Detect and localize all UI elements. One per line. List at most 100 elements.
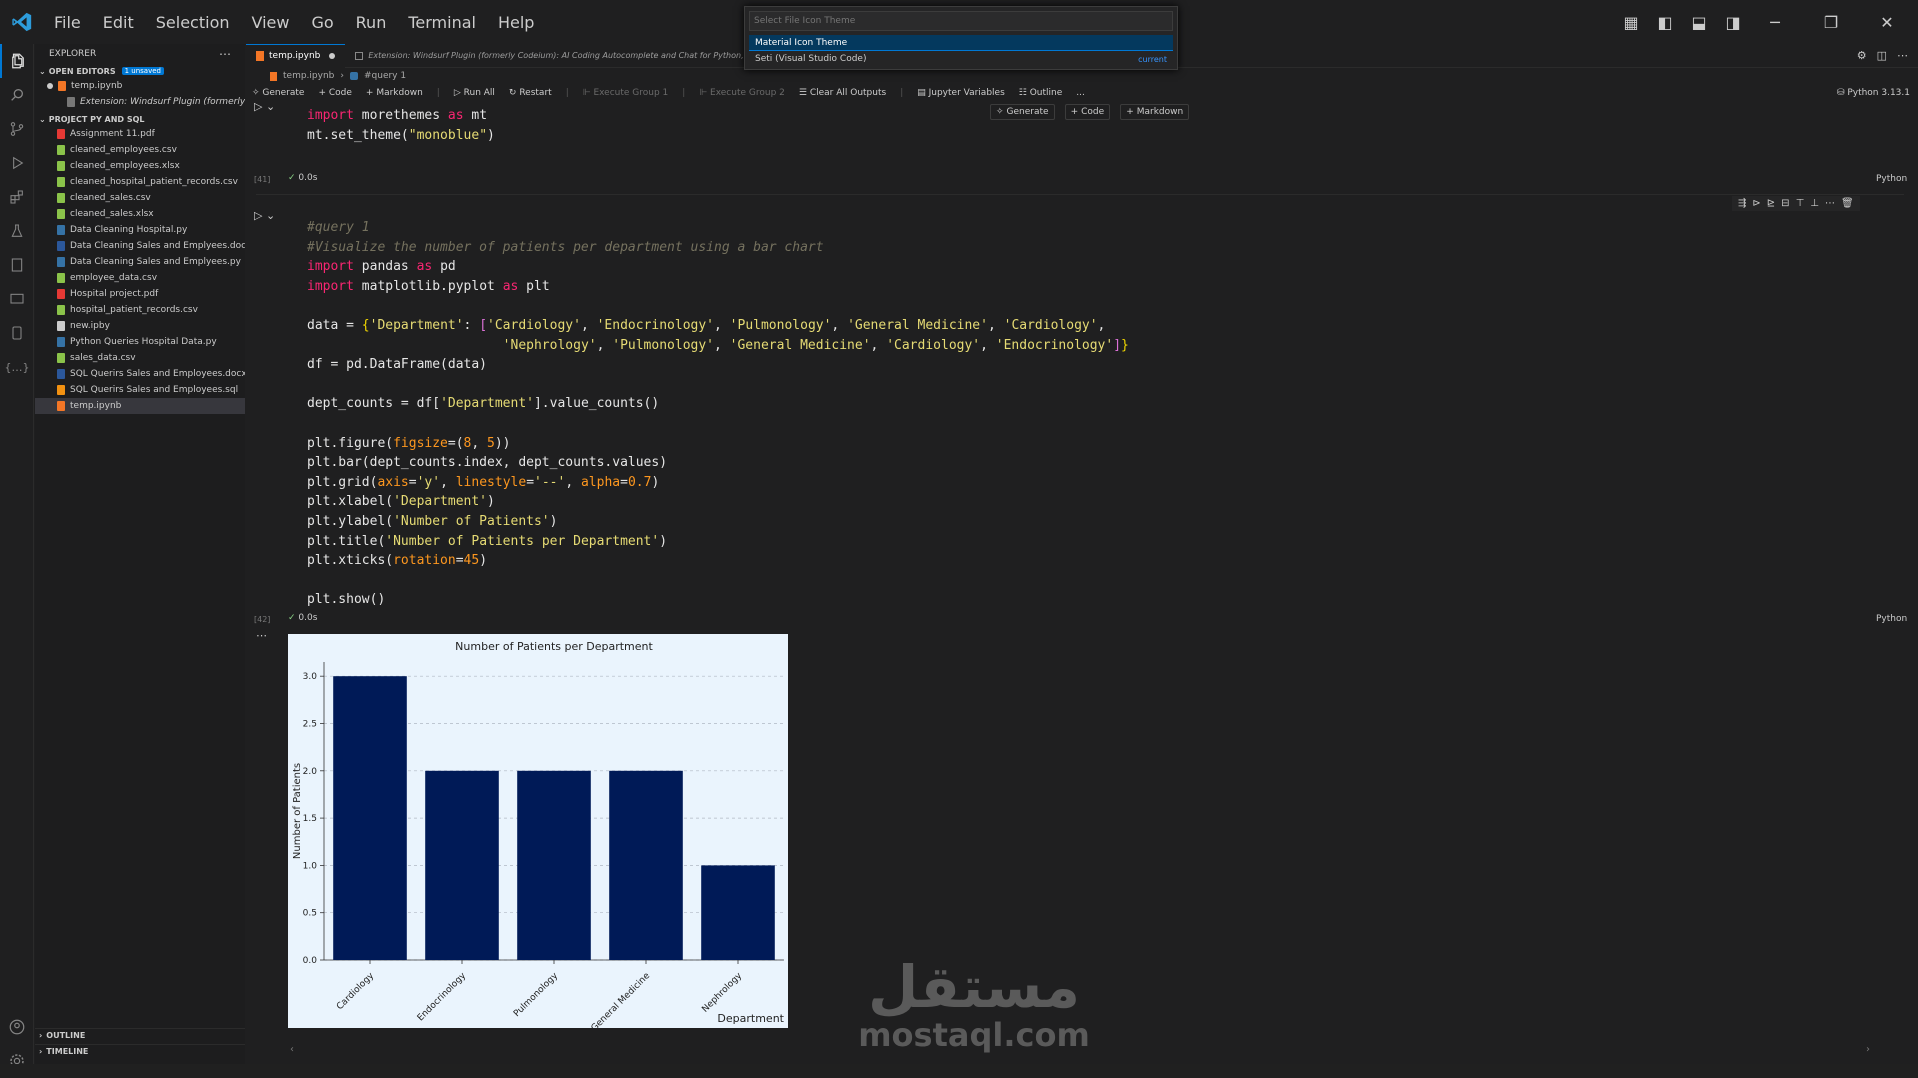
remote-explorer-icon[interactable] bbox=[0, 282, 34, 316]
delete-cell-icon[interactable]: 🗑 bbox=[1841, 198, 1854, 209]
execute-group-1-label: Execute Group 1 bbox=[593, 88, 669, 98]
open-editor-item[interactable]: Extension: Windsurf Plugin (formerly ... bbox=[35, 94, 245, 110]
file-item[interactable]: temp.ipynb bbox=[35, 398, 245, 414]
jupyter-variables-button[interactable]: ▤ Jupyter Variables bbox=[917, 88, 1005, 98]
explorer-icon[interactable] bbox=[0, 44, 34, 78]
variables-icon[interactable]: {…} bbox=[0, 350, 34, 384]
file-item[interactable]: Data Cleaning Hospital.py bbox=[35, 222, 245, 238]
file-item[interactable]: cleaned_employees.xlsx bbox=[35, 158, 245, 174]
add-code-cell-button[interactable]: + Code bbox=[1064, 104, 1111, 120]
notebook-icon[interactable] bbox=[0, 248, 34, 282]
run-all-button[interactable]: ▷ Run All bbox=[454, 88, 495, 98]
scroll-right-icon[interactable]: › bbox=[1866, 1044, 1870, 1055]
split-editor-icon[interactable]: ◫ bbox=[1877, 49, 1887, 62]
unsaved-dot-icon[interactable] bbox=[329, 53, 336, 59]
file-item[interactable]: sales_data.csv bbox=[35, 350, 245, 366]
file-item[interactable]: SQL Querirs Sales and Employees.sql bbox=[35, 382, 245, 398]
database-icon[interactable] bbox=[0, 316, 34, 350]
timeline-section[interactable]: › TIMELINE bbox=[35, 1044, 245, 1058]
run-by-line-icon[interactable]: ⇶ bbox=[1738, 198, 1746, 209]
scroll-left-icon[interactable]: ‹ bbox=[290, 1044, 294, 1055]
toggle-secondary-sidebar-icon[interactable]: ◨ bbox=[1718, 9, 1748, 35]
menu-run[interactable]: Run bbox=[356, 13, 387, 32]
file-icon bbox=[57, 289, 65, 299]
toolbar-divider: | bbox=[682, 88, 686, 98]
file-item[interactable]: Assignment 11.pdf bbox=[35, 126, 245, 142]
settings-icon[interactable]: ⚙ bbox=[1857, 49, 1867, 62]
code-cell-2[interactable]: #query 1 #Visualize the number of patien… bbox=[307, 218, 1129, 610]
insert-below-icon[interactable]: ⊥ bbox=[1810, 198, 1819, 209]
breadcrumb-cell[interactable]: #query 1 bbox=[364, 71, 406, 81]
split-cell-icon[interactable]: ⊟ bbox=[1781, 198, 1789, 209]
menu-edit[interactable]: Edit bbox=[103, 13, 134, 32]
generate-button[interactable]: ✧ Generate bbox=[252, 88, 304, 98]
menu-view[interactable]: View bbox=[252, 13, 290, 32]
add-code-button[interactable]: + Code bbox=[318, 88, 351, 98]
palette-input[interactable] bbox=[749, 11, 1173, 31]
menu-help[interactable]: Help bbox=[498, 13, 534, 32]
execute-above-icon[interactable]: ⊳ bbox=[1752, 198, 1760, 209]
cell-language[interactable]: Python bbox=[1876, 614, 1907, 624]
file-icon bbox=[57, 257, 65, 267]
minimize-icon[interactable]: ─ bbox=[1760, 9, 1790, 35]
menu-file[interactable]: File bbox=[54, 13, 81, 32]
tab-extension[interactable]: Extension: Windsurf Plugin (formerly Cod… bbox=[345, 44, 766, 68]
run-cell-button[interactable]: ▷ ⌄ bbox=[254, 209, 275, 222]
add-markdown-cell-button[interactable]: + Markdown bbox=[1120, 104, 1190, 120]
toggle-panel-icon[interactable]: ⬓ bbox=[1684, 9, 1714, 35]
open-editors-header[interactable]: ⌄ OPEN EDITORS 1 unsaved bbox=[35, 64, 245, 78]
file-item[interactable]: SQL Querirs Sales and Employees.docx bbox=[35, 366, 245, 382]
file-item[interactable]: new.ipby bbox=[35, 318, 245, 334]
source-control-icon[interactable] bbox=[0, 112, 34, 146]
menu-terminal[interactable]: Terminal bbox=[408, 13, 476, 32]
extensions-icon[interactable] bbox=[0, 180, 34, 214]
search-icon[interactable] bbox=[0, 78, 34, 112]
account-icon[interactable] bbox=[0, 1010, 34, 1044]
toggle-sidebar-icon[interactable]: ◧ bbox=[1650, 9, 1680, 35]
file-icon bbox=[57, 273, 65, 283]
file-item[interactable]: Python Queries Hospital Data.py bbox=[35, 334, 245, 350]
add-markdown-button[interactable]: + Markdown bbox=[366, 88, 423, 98]
menu-selection[interactable]: Selection bbox=[156, 13, 230, 32]
palette-option[interactable]: Material Icon Theme bbox=[749, 35, 1173, 51]
outline-section[interactable]: › OUTLINE bbox=[35, 1028, 245, 1042]
file-item[interactable]: employee_data.csv bbox=[35, 270, 245, 286]
kernel-picker[interactable]: ⛁ Python 3.13.1 bbox=[1837, 88, 1918, 98]
execute-group-2-button[interactable]: ⊩ Execute Group 2 bbox=[699, 88, 785, 98]
testing-icon[interactable] bbox=[0, 214, 34, 248]
generate-cell-button[interactable]: ✧ Generate bbox=[990, 104, 1055, 120]
breadcrumb-file[interactable]: temp.ipynb bbox=[283, 71, 334, 81]
execute-below-icon[interactable]: ⊵ bbox=[1767, 198, 1775, 209]
file-item[interactable]: cleaned_employees.csv bbox=[35, 142, 245, 158]
project-folder-header[interactable]: ⌄ PROJECT PY AND SQL bbox=[35, 112, 245, 126]
tab-temp-ipynb[interactable]: temp.ipynb bbox=[246, 43, 346, 68]
customize-layout-icon[interactable]: ▦ bbox=[1616, 9, 1646, 35]
more-actions-icon[interactable]: ⋯ bbox=[1897, 49, 1908, 62]
code-cell-1[interactable]: import morethemes as mt mt.set_theme("mo… bbox=[307, 106, 495, 145]
cell-language[interactable]: Python bbox=[1876, 174, 1907, 184]
restore-icon[interactable]: ❐ bbox=[1816, 9, 1846, 35]
clear-all-outputs-button[interactable]: ☰ Clear All Outputs bbox=[799, 88, 886, 98]
run-debug-icon[interactable] bbox=[0, 146, 34, 180]
run-cell-button[interactable]: ▷ ⌄ bbox=[254, 100, 275, 113]
execute-group-1-button[interactable]: ⊩ Execute Group 1 bbox=[583, 88, 669, 98]
file-item[interactable]: hospital_patient_records.csv bbox=[35, 302, 245, 318]
more-toolbar-button[interactable]: ... bbox=[1076, 88, 1085, 98]
more-cell-actions-icon[interactable]: ⋯ bbox=[1825, 198, 1835, 209]
outline-button[interactable]: ☷ Outline bbox=[1019, 88, 1063, 98]
palette-option[interactable]: Seti (Visual Studio Code) current bbox=[749, 51, 1173, 67]
menu-go[interactable]: Go bbox=[311, 13, 333, 32]
file-item[interactable]: cleaned_sales.xlsx bbox=[35, 206, 245, 222]
file-item[interactable]: Hospital project.pdf bbox=[35, 286, 245, 302]
restart-button[interactable]: ↻ Restart bbox=[509, 88, 552, 98]
open-editor-item[interactable]: temp.ipynb bbox=[35, 78, 245, 94]
close-icon[interactable]: ✕ bbox=[1872, 9, 1902, 35]
file-item[interactable]: Data Cleaning Sales and Emplyees.docx bbox=[35, 238, 245, 254]
output-actions-icon[interactable]: ⋯ bbox=[256, 629, 267, 642]
file-item[interactable]: cleaned_sales.csv bbox=[35, 190, 245, 206]
file-item[interactable]: cleaned_hospital_patient_records.csv bbox=[35, 174, 245, 190]
insert-above-icon[interactable]: ⊤ bbox=[1796, 198, 1805, 209]
file-item[interactable]: Data Cleaning Sales and Emplyees.py bbox=[35, 254, 245, 270]
file-label: hospital_patient_records.csv bbox=[70, 305, 198, 315]
more-actions-icon[interactable]: ⋯ bbox=[219, 47, 231, 61]
